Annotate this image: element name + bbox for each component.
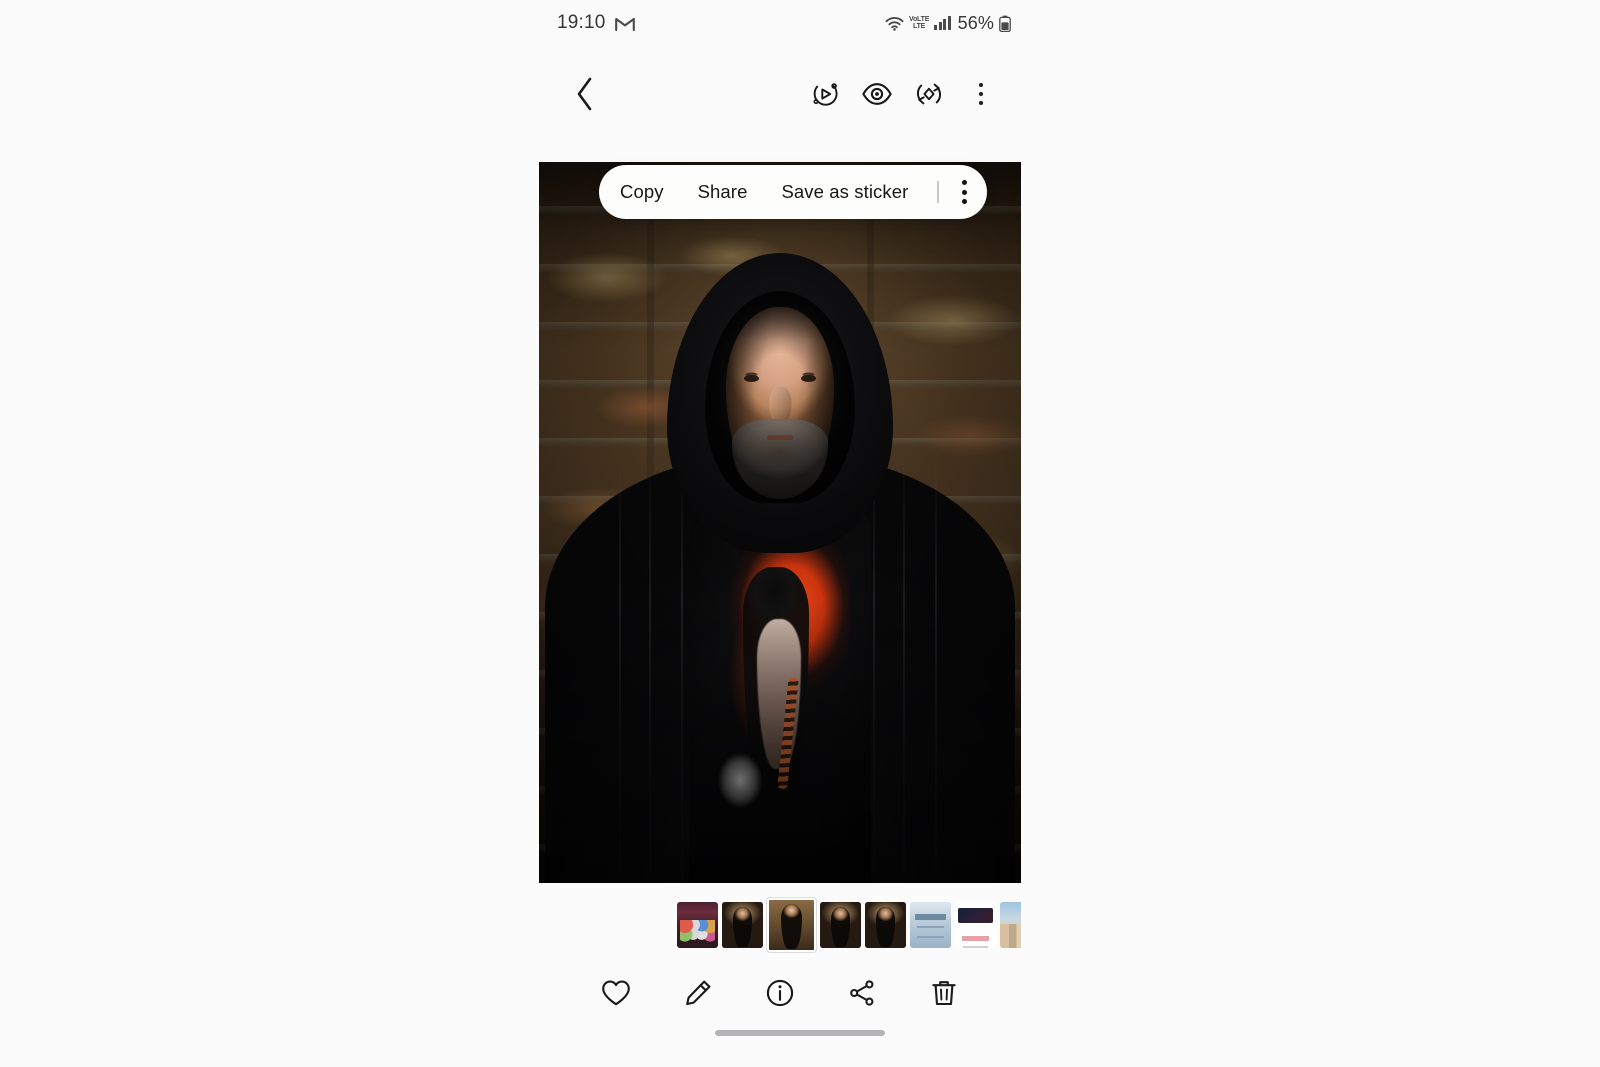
trash-icon[interactable] xyxy=(917,966,971,1020)
thumbnail-image xyxy=(910,902,951,948)
motion-photo-icon[interactable] xyxy=(801,70,849,118)
thumbnail-image xyxy=(769,900,814,950)
context-menu-item-share[interactable]: Share xyxy=(681,165,765,219)
visual-search-icon[interactable] xyxy=(853,70,901,118)
pencil-icon[interactable] xyxy=(671,966,725,1020)
status-bar-left: 19:10 xyxy=(539,12,635,34)
thumbnail-image xyxy=(722,902,763,948)
thumbnail-image xyxy=(677,902,718,948)
filmstrip-thumbnail-8[interactable] xyxy=(1000,902,1021,948)
context-menu-more-icon[interactable] xyxy=(949,165,981,219)
thumbnail-filmstrip[interactable] xyxy=(539,896,1021,954)
context-menu-popup: Copy Share Save as sticker xyxy=(599,165,987,219)
volte-icon: VoLTE LTE xyxy=(909,16,929,30)
kebab-dots xyxy=(962,180,968,204)
photo-viewer[interactable] xyxy=(539,162,1021,883)
photo-remaster-icon[interactable] xyxy=(905,70,953,118)
volte-bottom-label: LTE xyxy=(913,23,926,30)
context-menu-item-save-as-sticker[interactable]: Save as sticker xyxy=(764,165,925,219)
filmstrip-thumbnail-1[interactable] xyxy=(677,902,718,948)
heart-icon[interactable] xyxy=(589,966,643,1020)
bottom-action-bar xyxy=(539,962,1021,1024)
filmstrip-thumbnail-5[interactable] xyxy=(865,902,906,948)
kebab-dots xyxy=(978,82,984,106)
wifi-icon xyxy=(885,16,904,31)
filmstrip-thumbnail-3-selected[interactable] xyxy=(767,898,816,952)
more-options-icon[interactable] xyxy=(957,70,1005,118)
status-clock: 19:10 xyxy=(557,12,606,33)
filmstrip-thumbnail-7[interactable] xyxy=(955,902,996,948)
context-menu-item-copy[interactable]: Copy xyxy=(603,165,681,219)
info-icon[interactable] xyxy=(753,966,807,1020)
status-bar-right: VoLTE LTE 56% xyxy=(885,13,1021,34)
filmstrip-thumbnail-2[interactable] xyxy=(722,902,763,948)
battery-icon xyxy=(999,15,1011,32)
back-button[interactable] xyxy=(561,70,609,118)
volte-top-label: VoLTE xyxy=(909,16,930,23)
thumbnail-image xyxy=(865,902,906,948)
thumbnail-image xyxy=(820,902,861,948)
app-bar-actions xyxy=(801,70,1005,118)
thumbnail-image xyxy=(1000,902,1021,948)
cellular-signal-icon xyxy=(934,16,951,30)
filmstrip-thumbnail-6[interactable] xyxy=(910,902,951,948)
filmstrip-thumbnail-4[interactable] xyxy=(820,902,861,948)
battery-percent-label: 56% xyxy=(957,12,994,33)
context-menu-divider xyxy=(937,181,939,203)
share-icon[interactable] xyxy=(835,966,889,1020)
photo-image xyxy=(539,162,1021,883)
photo-vignette xyxy=(539,162,1021,883)
app-top-bar xyxy=(539,62,1021,126)
status-bar: 19:10 VoLTE LTE 56% xyxy=(539,0,1021,46)
gmail-icon xyxy=(614,16,635,31)
home-gesture-bar[interactable] xyxy=(715,1030,885,1036)
thumbnail-image xyxy=(955,902,996,948)
phone-screenshot: 19:10 VoLTE LTE 56% Copy Share Save as s… xyxy=(0,0,1600,1067)
